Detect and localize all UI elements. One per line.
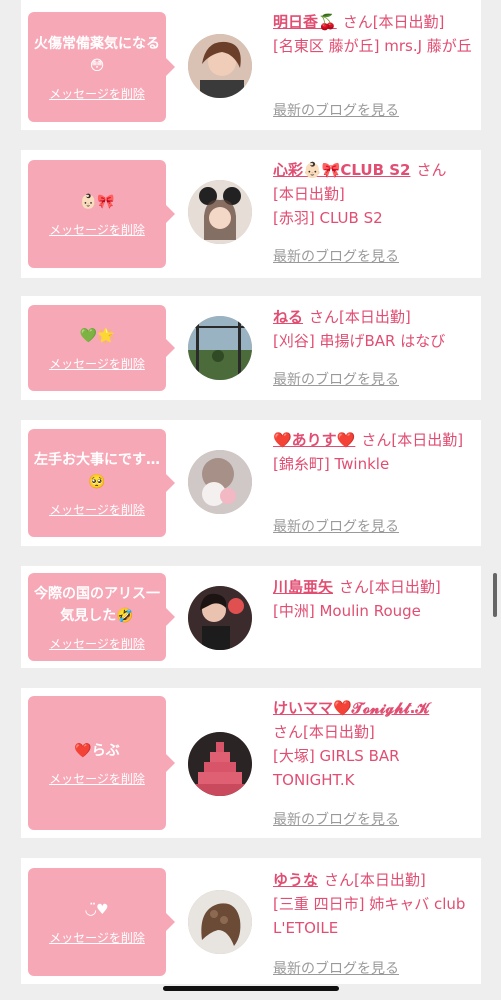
latest-blog-link[interactable]: 最新のブログを見る — [273, 246, 399, 266]
can-tower-avatar[interactable] — [188, 732, 252, 796]
hostess-name-link[interactable]: 川島亜矢 — [273, 578, 333, 596]
message-text: 火傷常備薬気になる😳 — [34, 35, 160, 74]
delete-message-link[interactable]: メッセージを削除 — [49, 929, 145, 946]
san-label: さん — [273, 723, 304, 741]
latest-blog-link[interactable]: 最新のブログを見る — [273, 809, 399, 829]
message-text: 👶🏻🎀 — [79, 193, 115, 210]
dress-portrait-avatar[interactable] — [188, 586, 252, 650]
shop-info: [三重 四日市] 姉キャバ club L'ETOILE — [273, 895, 466, 937]
san-label: さん — [416, 161, 447, 179]
hostess-info: ゆうな さん[本日出勤] [三重 四日市] 姉キャバ club L'ETOILE — [273, 868, 473, 940]
shop-info: [赤羽] CLUB S2 — [273, 209, 383, 227]
hostess-name-link[interactable]: ❤️ありす❤️ — [273, 431, 355, 449]
message-bubble: 💚🌟 メッセージを削除 — [28, 305, 175, 391]
message-bubble: ❤️らぶ メッセージを削除 — [28, 696, 175, 830]
message-card: 👶🏻🎀 メッセージを削除 心彩👶🏻🎀CLUB S2 さん [本日出勤] [赤羽] … — [21, 150, 481, 278]
message-text: ❤️らぶ — [74, 742, 120, 759]
scrollbar-thumb[interactable] — [493, 573, 497, 617]
latest-blog-link[interactable]: 最新のブログを見る — [273, 100, 399, 120]
message-text: ◡̈♥︎ — [85, 901, 109, 918]
hostess-info: 川島亜矢 さん[本日出勤] [中洲] Moulin Rouge — [273, 575, 473, 623]
san-label: さん — [342, 13, 373, 31]
message-card: 今際の国のアリス一気見した🤣 メッセージを削除 川島亜矢 さん[本日出勤] [中洲… — [21, 566, 481, 668]
delete-message-link[interactable]: メッセージを削除 — [49, 221, 145, 238]
attendance-status: [本日出勤] — [339, 308, 411, 326]
hostess-name-link[interactable]: ねる — [273, 308, 303, 326]
attendance-status: [本日出勤] — [391, 431, 464, 449]
message-card: 火傷常備薬気になる😳 メッセージを削除 明日香🍒 さん[本日出勤] [名東区 藤が… — [21, 0, 481, 130]
hostess-name-link[interactable]: 心彩👶🏻🎀CLUB S2 — [273, 161, 410, 179]
hostess-info: 心彩👶🏻🎀CLUB S2 さん [本日出勤] [赤羽] CLUB S2 — [273, 158, 473, 230]
message-card: 💚🌟 メッセージを削除 ねる さん[本日出勤] [刈谷] 串揚げBAR はなび 最… — [21, 296, 481, 400]
message-list: 火傷常備薬気になる😳 メッセージを削除 明日香🍒 さん[本日出勤] [名東区 藤が… — [0, 0, 501, 1000]
blurred-portrait-avatar[interactable] — [188, 450, 252, 514]
san-label: さん — [309, 308, 340, 326]
hairstyle-avatar[interactable] — [188, 890, 252, 954]
attendance-status: [本日出勤] — [354, 871, 426, 889]
message-text: 💚🌟 — [79, 327, 115, 344]
hostess-info: けいママ❤️𝓣𝓸𝓷𝓲𝓰𝓱𝓽.𝓚 さん[本日出勤] [大塚] GIRLS BAR … — [273, 696, 473, 792]
message-bubble: 左手お大事にです…🥺 メッセージを削除 — [28, 429, 175, 537]
landscape-avatar[interactable] — [188, 316, 252, 380]
latest-blog-link[interactable]: 最新のブログを見る — [273, 516, 399, 536]
message-card: ❤️らぶ メッセージを削除 けいママ❤️𝓣𝓸𝓷𝓲𝓰𝓱𝓽.𝓚 さん[本日出勤] [… — [21, 688, 481, 838]
latest-blog-link[interactable]: 最新のブログを見る — [273, 369, 399, 389]
hostess-name-link[interactable]: ゆうな — [273, 871, 318, 889]
hostess-info: 明日香🍒 さん[本日出勤] [名東区 藤が丘] mrs.J 藤が丘 — [273, 10, 473, 58]
message-bubble: ◡̈♥︎ メッセージを削除 — [28, 868, 175, 976]
attendance-status: [本日出勤] — [369, 578, 441, 596]
latest-blog-link[interactable]: 最新のブログを見る — [273, 958, 399, 978]
attendance-status: [本日出勤] — [273, 185, 345, 203]
home-indicator[interactable] — [163, 986, 339, 991]
shop-info: [中洲] Moulin Rouge — [273, 602, 421, 620]
delete-message-link[interactable]: メッセージを削除 — [49, 635, 145, 652]
message-text: 今際の国のアリス一気見した🤣 — [34, 585, 160, 624]
shop-info: [錦糸町] Twinkle — [273, 455, 390, 473]
message-bubble: 今際の国のアリス一気見した🤣 メッセージを削除 — [28, 573, 175, 661]
san-label: さん — [361, 431, 392, 449]
message-card: ◡̈♥︎ メッセージを削除 ゆうな さん[本日出勤] [三重 四日市] 姉キャバ … — [21, 858, 481, 984]
hostess-info: ❤️ありす❤️ さん[本日出勤] [錦糸町] Twinkle — [273, 428, 473, 476]
shop-info: [名東区 藤が丘] mrs.J 藤が丘 — [273, 37, 472, 55]
hostess-name-link[interactable]: けいママ❤️𝓣𝓸𝓷𝓲𝓰𝓱𝓽.𝓚 — [273, 699, 429, 717]
delete-message-link[interactable]: メッセージを削除 — [49, 770, 145, 787]
message-bubble: 👶🏻🎀 メッセージを削除 — [28, 160, 175, 268]
message-bubble: 火傷常備薬気になる😳 メッセージを削除 — [28, 12, 175, 122]
delete-message-link[interactable]: メッセージを削除 — [49, 355, 145, 372]
san-label: さん — [324, 871, 355, 889]
hostess-name-link[interactable]: 明日香🍒 — [273, 13, 337, 31]
woman-portrait-avatar[interactable] — [188, 34, 252, 98]
shop-info: [大塚] GIRLS BAR TONIGHT.K — [273, 747, 400, 789]
delete-message-link[interactable]: メッセージを削除 — [49, 85, 145, 102]
san-label: さん — [339, 578, 370, 596]
attendance-status: [本日出勤] — [303, 723, 375, 741]
attendance-status: [本日出勤] — [372, 13, 445, 31]
hostess-info: ねる さん[本日出勤] [刈谷] 串揚げBAR はなび — [273, 305, 473, 353]
mouse-ears-portrait-avatar[interactable] — [188, 180, 252, 244]
message-text: 左手お大事にです…🥺 — [34, 451, 160, 490]
shop-info: [刈谷] 串揚げBAR はなび — [273, 332, 446, 350]
delete-message-link[interactable]: メッセージを削除 — [49, 501, 145, 518]
message-card: 左手お大事にです…🥺 メッセージを削除 ❤️ありす❤️ さん[本日出勤] [錦糸町… — [21, 420, 481, 546]
